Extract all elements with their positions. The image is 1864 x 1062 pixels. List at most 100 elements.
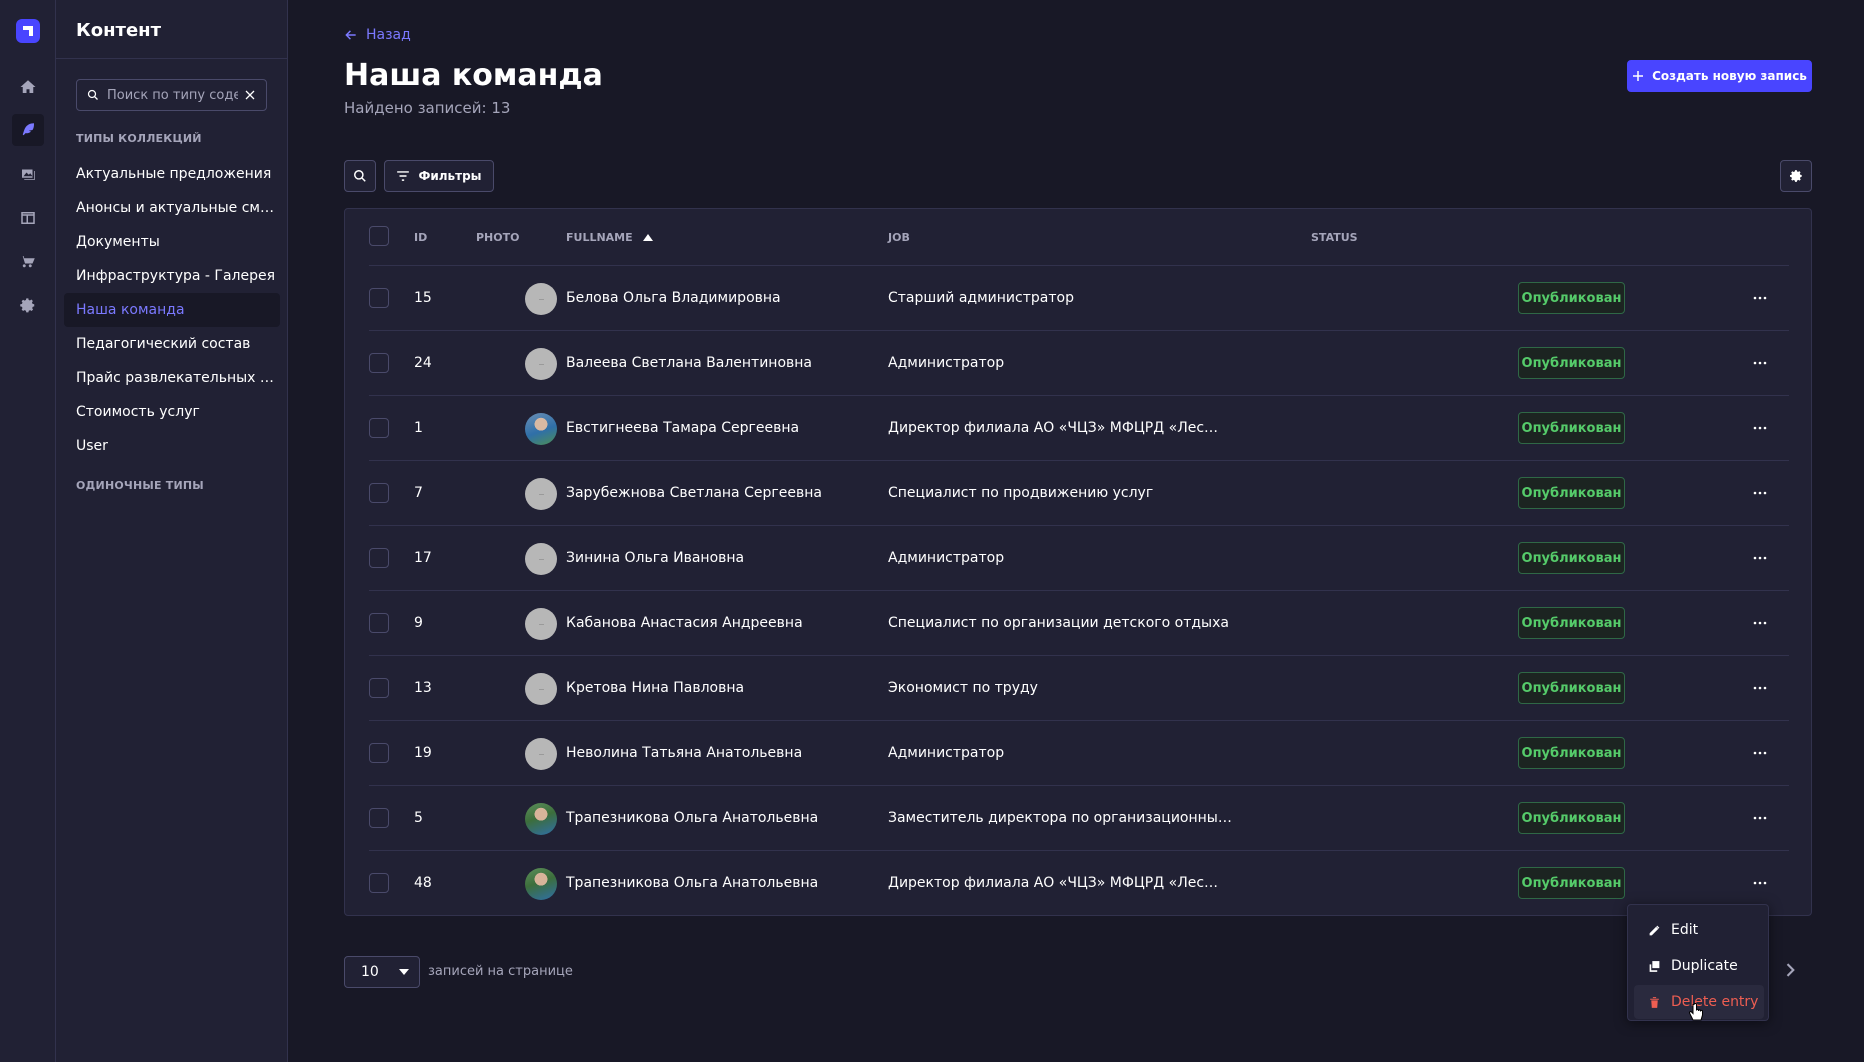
table-row[interactable]: 13 Кретова Нина Павловна Экономист по тр…	[369, 655, 1789, 720]
table-row[interactable]: 1 Евстигнеева Тамара Сергеевна Директор …	[369, 395, 1789, 460]
menu-delete-label: Delete entry	[1671, 994, 1759, 1010]
row-more-actions-icon[interactable]	[1744, 737, 1776, 769]
sidebar-item[interactable]: Педагогический состав	[64, 327, 280, 361]
media-library-icon[interactable]	[12, 158, 44, 190]
table-row[interactable]: 19 Неволина Татьяна Анатольевна Админист…	[369, 720, 1789, 785]
next-page-chevron-icon[interactable]	[1780, 960, 1800, 980]
row-checkbox[interactable]	[369, 678, 389, 698]
row-fullname: Неволина Татьяна Анатольевна	[566, 745, 803, 761]
sidebar-item[interactable]: Анонсы и актуальные смены	[64, 191, 280, 225]
row-job: Специалист по организации детского отдых…	[888, 615, 1229, 631]
page-size-select[interactable]: 10	[344, 956, 420, 988]
status-badge: Опубликован	[1518, 542, 1625, 574]
duplicate-icon	[1649, 960, 1660, 972]
row-checkbox[interactable]	[369, 483, 389, 503]
column-header-status[interactable]: STATUS	[1311, 231, 1358, 244]
row-checkbox[interactable]	[369, 353, 389, 373]
select-all-checkbox[interactable]	[369, 226, 389, 246]
row-checkbox[interactable]	[369, 288, 389, 308]
sidebar-search-input[interactable]	[107, 87, 238, 103]
sidebar-title: Контент	[76, 20, 162, 41]
main-nav-rail	[0, 0, 56, 1062]
content-sidebar: Контент ТИПЫ КОЛЛЕКЦИЙ Актуальные предло…	[56, 0, 288, 1062]
row-job: Администратор	[888, 550, 1005, 566]
sort-ascending-icon[interactable]	[642, 234, 653, 241]
status-badge: Опубликован	[1518, 477, 1625, 509]
collection-types-heading: ТИПЫ КОЛЛЕКЦИЙ	[76, 132, 202, 145]
filters-label: Фильтры	[418, 169, 482, 183]
back-link[interactable]: Назад	[344, 27, 411, 43]
sidebar-divider	[56, 58, 288, 59]
page-title: Наша команда	[344, 58, 603, 93]
sidebar-item[interactable]: User	[64, 429, 280, 463]
column-header-fullname[interactable]: FULLNAME	[566, 231, 653, 244]
menu-item-duplicate[interactable]: Duplicate	[1634, 949, 1764, 983]
row-checkbox[interactable]	[369, 548, 389, 568]
row-more-actions-icon[interactable]	[1744, 542, 1776, 574]
table-search-button[interactable]	[344, 160, 376, 192]
status-badge: Опубликован	[1518, 867, 1625, 899]
row-fullname: Кабанова Анастасия Андреевна	[566, 615, 803, 631]
table-row[interactable]: 9 Кабанова Анастасия Андреевна Специалис…	[369, 590, 1789, 655]
row-more-actions-icon[interactable]	[1744, 412, 1776, 444]
sidebar-item[interactable]: Стоимость услуг	[64, 395, 280, 429]
row-fullname: Зинина Ольга Ивановна	[566, 550, 745, 566]
row-checkbox[interactable]	[369, 613, 389, 633]
table-row[interactable]: 5 Трапезникова Ольга Анатольевна Замести…	[369, 785, 1789, 850]
filter-icon	[397, 171, 410, 181]
table-settings-button[interactable]	[1780, 160, 1812, 192]
table-row[interactable]: 15 Белова Ольга Владимировна Старший адм…	[369, 265, 1789, 330]
gear-icon	[1789, 169, 1802, 182]
sidebar-item[interactable]: Документы	[64, 225, 280, 259]
row-id: 24	[414, 355, 432, 371]
table-row[interactable]: 24 Валеева Светлана Валентиновна Админис…	[369, 330, 1789, 395]
entries-table: ID PHOTO FULLNAME JOB STATUS 15 Белова О…	[344, 208, 1812, 916]
table-row[interactable]: 48 Трапезникова Ольга Анатольевна Директ…	[369, 850, 1789, 915]
content-type-builder-icon[interactable]	[12, 202, 44, 234]
row-more-actions-icon[interactable]	[1744, 867, 1776, 899]
strapi-logo[interactable]	[16, 19, 40, 43]
sidebar-item[interactable]: Инфраструктура - Галерея	[64, 259, 280, 293]
table-row[interactable]: 17 Зинина Ольга Ивановна Администратор О…	[369, 525, 1789, 590]
back-label: Назад	[366, 27, 411, 43]
row-id: 15	[414, 290, 432, 306]
column-header-job[interactable]: JOB	[888, 231, 910, 244]
sidebar-item-active[interactable]: Наша команда	[64, 293, 280, 327]
row-checkbox[interactable]	[369, 743, 389, 763]
avatar-placeholder	[525, 608, 557, 640]
sidebar-item[interactable]: Прайс развлекательных программ	[64, 361, 280, 395]
status-badge: Опубликован	[1518, 672, 1625, 704]
single-types-heading: ОДИНОЧНЫЕ ТИПЫ	[76, 479, 204, 492]
table-header: ID PHOTO FULLNAME JOB STATUS	[345, 209, 1811, 265]
row-fullname: Белова Ольга Владимировна	[566, 290, 781, 306]
row-more-actions-icon[interactable]	[1744, 347, 1776, 379]
clear-search-close-icon[interactable]	[244, 89, 256, 101]
menu-edit-label: Edit	[1671, 922, 1699, 938]
menu-item-edit[interactable]: Edit	[1634, 913, 1764, 947]
row-more-actions-icon[interactable]	[1744, 607, 1776, 639]
row-checkbox[interactable]	[369, 418, 389, 438]
row-more-actions-icon[interactable]	[1744, 672, 1776, 704]
table-row[interactable]: 7 Зарубежнова Светлана Сергеевна Специал…	[369, 460, 1789, 525]
row-id: 9	[414, 615, 423, 631]
search-icon	[87, 89, 98, 100]
marketplace-cart-icon[interactable]	[12, 246, 44, 278]
row-checkbox[interactable]	[369, 873, 389, 893]
row-checkbox[interactable]	[369, 808, 389, 828]
plus-icon	[1633, 71, 1644, 81]
sidebar-item[interactable]: Актуальные предложения	[64, 157, 280, 191]
home-icon[interactable]	[12, 71, 44, 103]
settings-gear-icon[interactable]	[12, 290, 44, 322]
status-badge: Опубликован	[1518, 412, 1625, 444]
search-icon	[354, 170, 366, 182]
row-more-actions-icon[interactable]	[1744, 477, 1776, 509]
filters-button[interactable]: Фильтры	[384, 160, 494, 192]
row-more-actions-icon[interactable]	[1744, 802, 1776, 834]
row-more-actions-icon[interactable]	[1744, 282, 1776, 314]
column-header-id[interactable]: ID	[414, 231, 427, 244]
content-manager-feather-icon[interactable]	[12, 114, 44, 146]
row-job: Старший администратор	[888, 290, 1074, 306]
create-entry-button[interactable]: Создать новую запись	[1627, 60, 1812, 92]
row-job: Заместитель директора по организационны…	[888, 810, 1232, 826]
chevron-down-icon	[399, 969, 409, 975]
